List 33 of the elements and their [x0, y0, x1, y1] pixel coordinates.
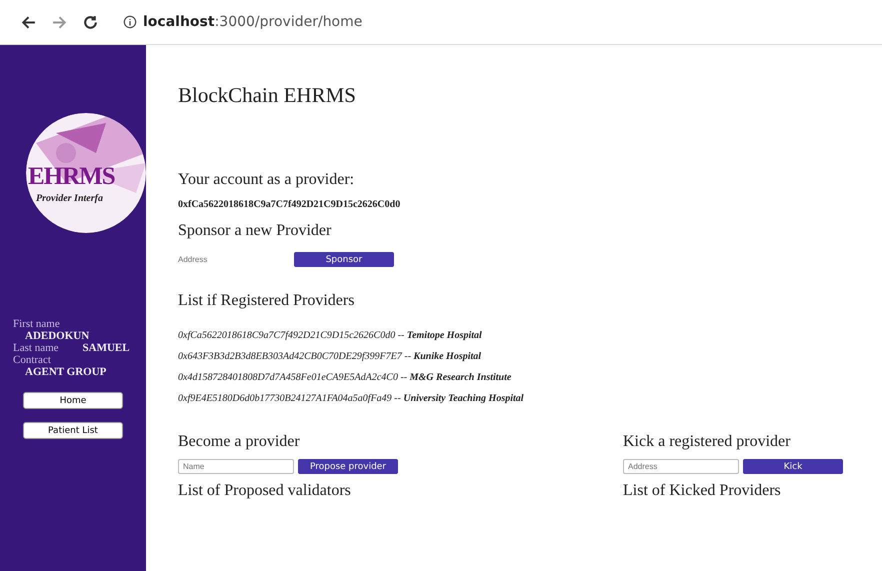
provider-entry: 0x643F3B3d2B3d8EB303Ad42CB0C70DE29f399F7E7 -- Kunike Hospital	[178, 351, 482, 364]
logo-subtitle: Provider Interfa	[36, 193, 103, 204]
forward-icon[interactable]	[51, 14, 68, 30]
provider-entry: 0xf9E4E5180D6d0b17730B24127A1FA04a5a0fFa49 -- University Teaching Hospital	[178, 393, 525, 406]
address-field[interactable]: Address	[623, 459, 739, 474]
account-address: 0xfCa5622018618C9a7C7f492D21C9D15c2626C0d0	[178, 199, 402, 210]
profile-label: First name	[13, 318, 60, 330]
profile-value: AGENT GROUP	[24, 366, 106, 378]
section-heading: List if Registered Providers	[178, 292, 356, 310]
name-field[interactable]: Name	[178, 459, 294, 474]
section-heading: List of Proposed validators	[178, 482, 352, 500]
provider-entry: 0x4d158728401808D7d7A458Fe01eCA9E5AdA2c4C0 -- M&G Research Institute	[178, 372, 512, 385]
section-heading: Sponsor a new Provider	[178, 222, 332, 240]
provider-entry: 0xfCa5622018618C9a7C7f492D21C9D15c2626C0d0 -- Temitope Hospital	[178, 330, 483, 343]
section-heading: Become a provider	[178, 433, 301, 451]
section-heading: Kick a registered provider	[623, 433, 792, 451]
section-heading: Your account as a provider:	[178, 171, 356, 189]
profile-label: Contract	[13, 354, 51, 366]
back-icon[interactable]	[20, 14, 37, 30]
profile-value: SAMUEL	[82, 342, 130, 354]
page-title: BlockChain EHRMS	[178, 83, 357, 108]
section-heading: List of Kicked Providers	[623, 482, 782, 500]
sponsor-button[interactable]: Sponsor	[294, 252, 394, 267]
nav-button[interactable]: Home	[23, 392, 123, 409]
address-bar-url[interactable]: localhost:3000/provider/home	[143, 14, 362, 30]
nav-button[interactable]: Patient List	[23, 422, 123, 439]
logo-title: EHRMS	[28, 163, 115, 191]
propose-provider-button[interactable]: Propose provider	[298, 459, 398, 474]
profile-value: ADEDOKUN	[24, 330, 90, 342]
info-icon	[123, 15, 137, 29]
kick-button[interactable]: Kick	[743, 459, 843, 474]
reload-icon[interactable]	[82, 14, 99, 30]
profile-label: Last name	[13, 342, 59, 354]
